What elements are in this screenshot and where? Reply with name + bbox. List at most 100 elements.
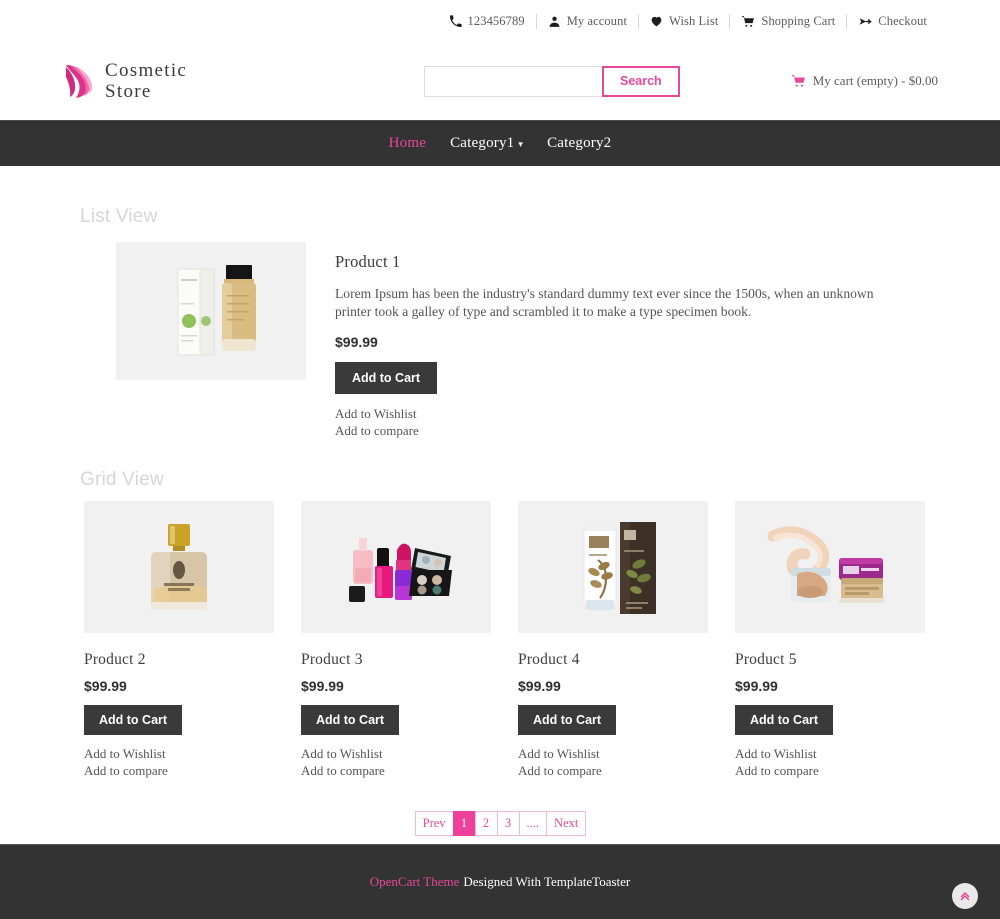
topbar-label-checkout: Checkout xyxy=(878,13,927,28)
product-2-price: $99.99 xyxy=(84,678,127,694)
site-header: Cosmetic Store Search My cart (empty) - … xyxy=(0,42,1000,120)
product-2-name: Product 2 xyxy=(84,651,146,668)
topbar-item-phone[interactable]: 123456789 xyxy=(438,14,536,29)
lotion-tube-and-box-image xyxy=(528,508,698,626)
product-4-name: Product 4 xyxy=(518,651,580,668)
pagination-ellipsis[interactable]: .... xyxy=(518,811,548,836)
pagination-next[interactable]: Next xyxy=(546,811,587,836)
phone-icon xyxy=(449,14,462,28)
arrow-icon xyxy=(858,15,873,28)
footer-credit-text: Designed With TemplateToaster xyxy=(463,874,631,889)
product-3-price: $99.99 xyxy=(301,678,344,694)
product-1-info: Product 1 Lorem Ipsum has been the indus… xyxy=(335,242,938,439)
product-3-add-to-compare-link[interactable]: Add to compare xyxy=(301,763,491,780)
serum-bottle-and-box-image xyxy=(126,251,296,371)
topbar-label-shopping-cart: Shopping Cart xyxy=(761,13,836,28)
product-2-add-to-wishlist-link[interactable]: Add to Wishlist xyxy=(84,746,274,763)
main-navigation: Home Category1 ▾ Category2 xyxy=(0,120,1000,166)
topbar-item-wish-list[interactable]: Wish List xyxy=(638,13,729,29)
cart-icon xyxy=(791,74,806,88)
makeup-set-image xyxy=(311,508,481,626)
topbar-label-wish-list: Wish List xyxy=(669,13,719,28)
product-card: Product 3 $99.99 Add to Cart Add to Wish… xyxy=(301,501,491,779)
product-5-name: Product 5 xyxy=(735,651,797,668)
double-chevron-up-icon xyxy=(960,892,970,901)
nav-item-home[interactable]: Home xyxy=(377,135,438,152)
grid-view-title: Grid View xyxy=(80,469,164,490)
main-content: List View Product 1 Lorem Ipsum has been… xyxy=(0,166,1000,838)
topbar-label-phone: 123456789 xyxy=(467,13,525,28)
nav-label-home: Home xyxy=(388,135,427,151)
product-2-links: Add to Wishlist Add to compare xyxy=(84,746,274,779)
product-1-name: Product 1 xyxy=(335,252,401,271)
product-4-thumbnail[interactable] xyxy=(518,501,708,633)
product-2-thumbnail[interactable] xyxy=(84,501,274,633)
product-5-links: Add to Wishlist Add to compare xyxy=(735,746,925,779)
heart-icon xyxy=(650,15,663,28)
pagination-page-3[interactable]: 3 xyxy=(496,811,520,836)
grid-view-row: Product 2 $99.99 Add to Cart Add to Wish… xyxy=(62,501,938,779)
nav-label-category2: Category2 xyxy=(547,135,612,151)
list-view-row: Product 1 Lorem Ipsum has been the indus… xyxy=(62,242,938,439)
mini-cart[interactable]: My cart (empty) - $0.00 xyxy=(791,73,938,89)
product-1-add-to-compare-link[interactable]: Add to compare xyxy=(335,423,938,440)
topbar-item-my-account[interactable]: My account xyxy=(535,13,638,29)
search-button[interactable]: Search xyxy=(602,65,680,97)
cream-jar-swatch-image xyxy=(745,508,915,626)
search-input[interactable] xyxy=(424,65,602,97)
product-3-thumbnail[interactable] xyxy=(301,501,491,633)
product-5-add-to-cart-button[interactable]: Add to Cart xyxy=(735,705,834,735)
product-3-add-to-cart-button[interactable]: Add to Cart xyxy=(301,705,400,735)
nav-item-category1[interactable]: Category1 ▾ xyxy=(438,135,535,152)
product-4-price: $99.99 xyxy=(518,678,561,694)
logo-text: Cosmetic Store xyxy=(105,60,187,102)
product-4-add-to-cart-button[interactable]: Add to Cart xyxy=(518,705,617,735)
top-utility-bar: 123456789 My account Wish List Shopping … xyxy=(0,0,1000,42)
nav-item-category2[interactable]: Category2 xyxy=(535,135,623,152)
user-icon xyxy=(548,15,561,28)
product-1-links: Add to Wishlist Add to compare xyxy=(335,406,938,439)
product-1-thumbnail[interactable] xyxy=(116,242,306,380)
list-view-title: List View xyxy=(80,206,158,227)
pagination-page-1[interactable]: 1 xyxy=(452,811,476,836)
product-2-add-to-compare-link[interactable]: Add to compare xyxy=(84,763,274,780)
product-4-links: Add to Wishlist Add to compare xyxy=(518,746,708,779)
product-card: Product 5 $99.99 Add to Cart Add to Wish… xyxy=(735,501,925,779)
logo-line-1: Cosmetic xyxy=(105,60,188,81)
product-card: Product 4 $99.99 Add to Cart Add to Wish… xyxy=(518,501,708,779)
cart-icon xyxy=(741,15,755,28)
logo-line-2: Store xyxy=(105,81,152,102)
topbar-item-shopping-cart[interactable]: Shopping Cart xyxy=(729,13,846,29)
top-utility-list: 123456789 My account Wish List Shopping … xyxy=(438,13,938,29)
product-4-add-to-compare-link[interactable]: Add to compare xyxy=(518,763,708,780)
search-form: Search xyxy=(424,65,680,97)
page-root: 123456789 My account Wish List Shopping … xyxy=(0,0,1000,919)
product-5-add-to-compare-link[interactable]: Add to compare xyxy=(735,763,925,780)
product-card: Product 2 $99.99 Add to Cart Add to Wish… xyxy=(84,501,274,779)
topbar-item-checkout[interactable]: Checkout xyxy=(846,13,938,29)
product-3-name: Product 3 xyxy=(301,651,363,668)
chevron-down-icon: ▾ xyxy=(518,139,524,149)
woman-hair-logo-icon xyxy=(62,61,96,101)
site-logo[interactable]: Cosmetic Store xyxy=(62,60,362,102)
scroll-to-top-button[interactable] xyxy=(952,883,978,909)
mini-cart-label: My cart (empty) - $0.00 xyxy=(812,73,938,88)
product-1-price: $99.99 xyxy=(335,334,378,350)
product-4-add-to-wishlist-link[interactable]: Add to Wishlist xyxy=(518,746,708,763)
pagination-page-2[interactable]: 2 xyxy=(474,811,498,836)
footer-brand-link[interactable]: OpenCart Theme xyxy=(370,874,460,890)
product-2-add-to-cart-button[interactable]: Add to Cart xyxy=(84,705,183,735)
product-5-thumbnail[interactable] xyxy=(735,501,925,633)
product-3-add-to-wishlist-link[interactable]: Add to Wishlist xyxy=(301,746,491,763)
product-1-add-to-cart-button[interactable]: Add to Cart xyxy=(335,362,438,394)
pagination: Prev 1 2 3 .... Next xyxy=(62,811,938,836)
product-1-add-to-wishlist-link[interactable]: Add to Wishlist xyxy=(335,406,938,423)
topbar-label-my-account: My account xyxy=(566,13,628,28)
product-5-price: $99.99 xyxy=(735,678,778,694)
pagination-prev[interactable]: Prev xyxy=(414,811,454,836)
product-5-add-to-wishlist-link[interactable]: Add to Wishlist xyxy=(735,746,925,763)
product-1-description: Lorem Ipsum has been the industry's stan… xyxy=(335,286,874,319)
product-3-links: Add to Wishlist Add to compare xyxy=(301,746,491,779)
nav-label-category1: Category1 xyxy=(450,135,515,151)
site-footer: OpenCart Theme Designed With TemplateToa… xyxy=(0,844,1000,919)
